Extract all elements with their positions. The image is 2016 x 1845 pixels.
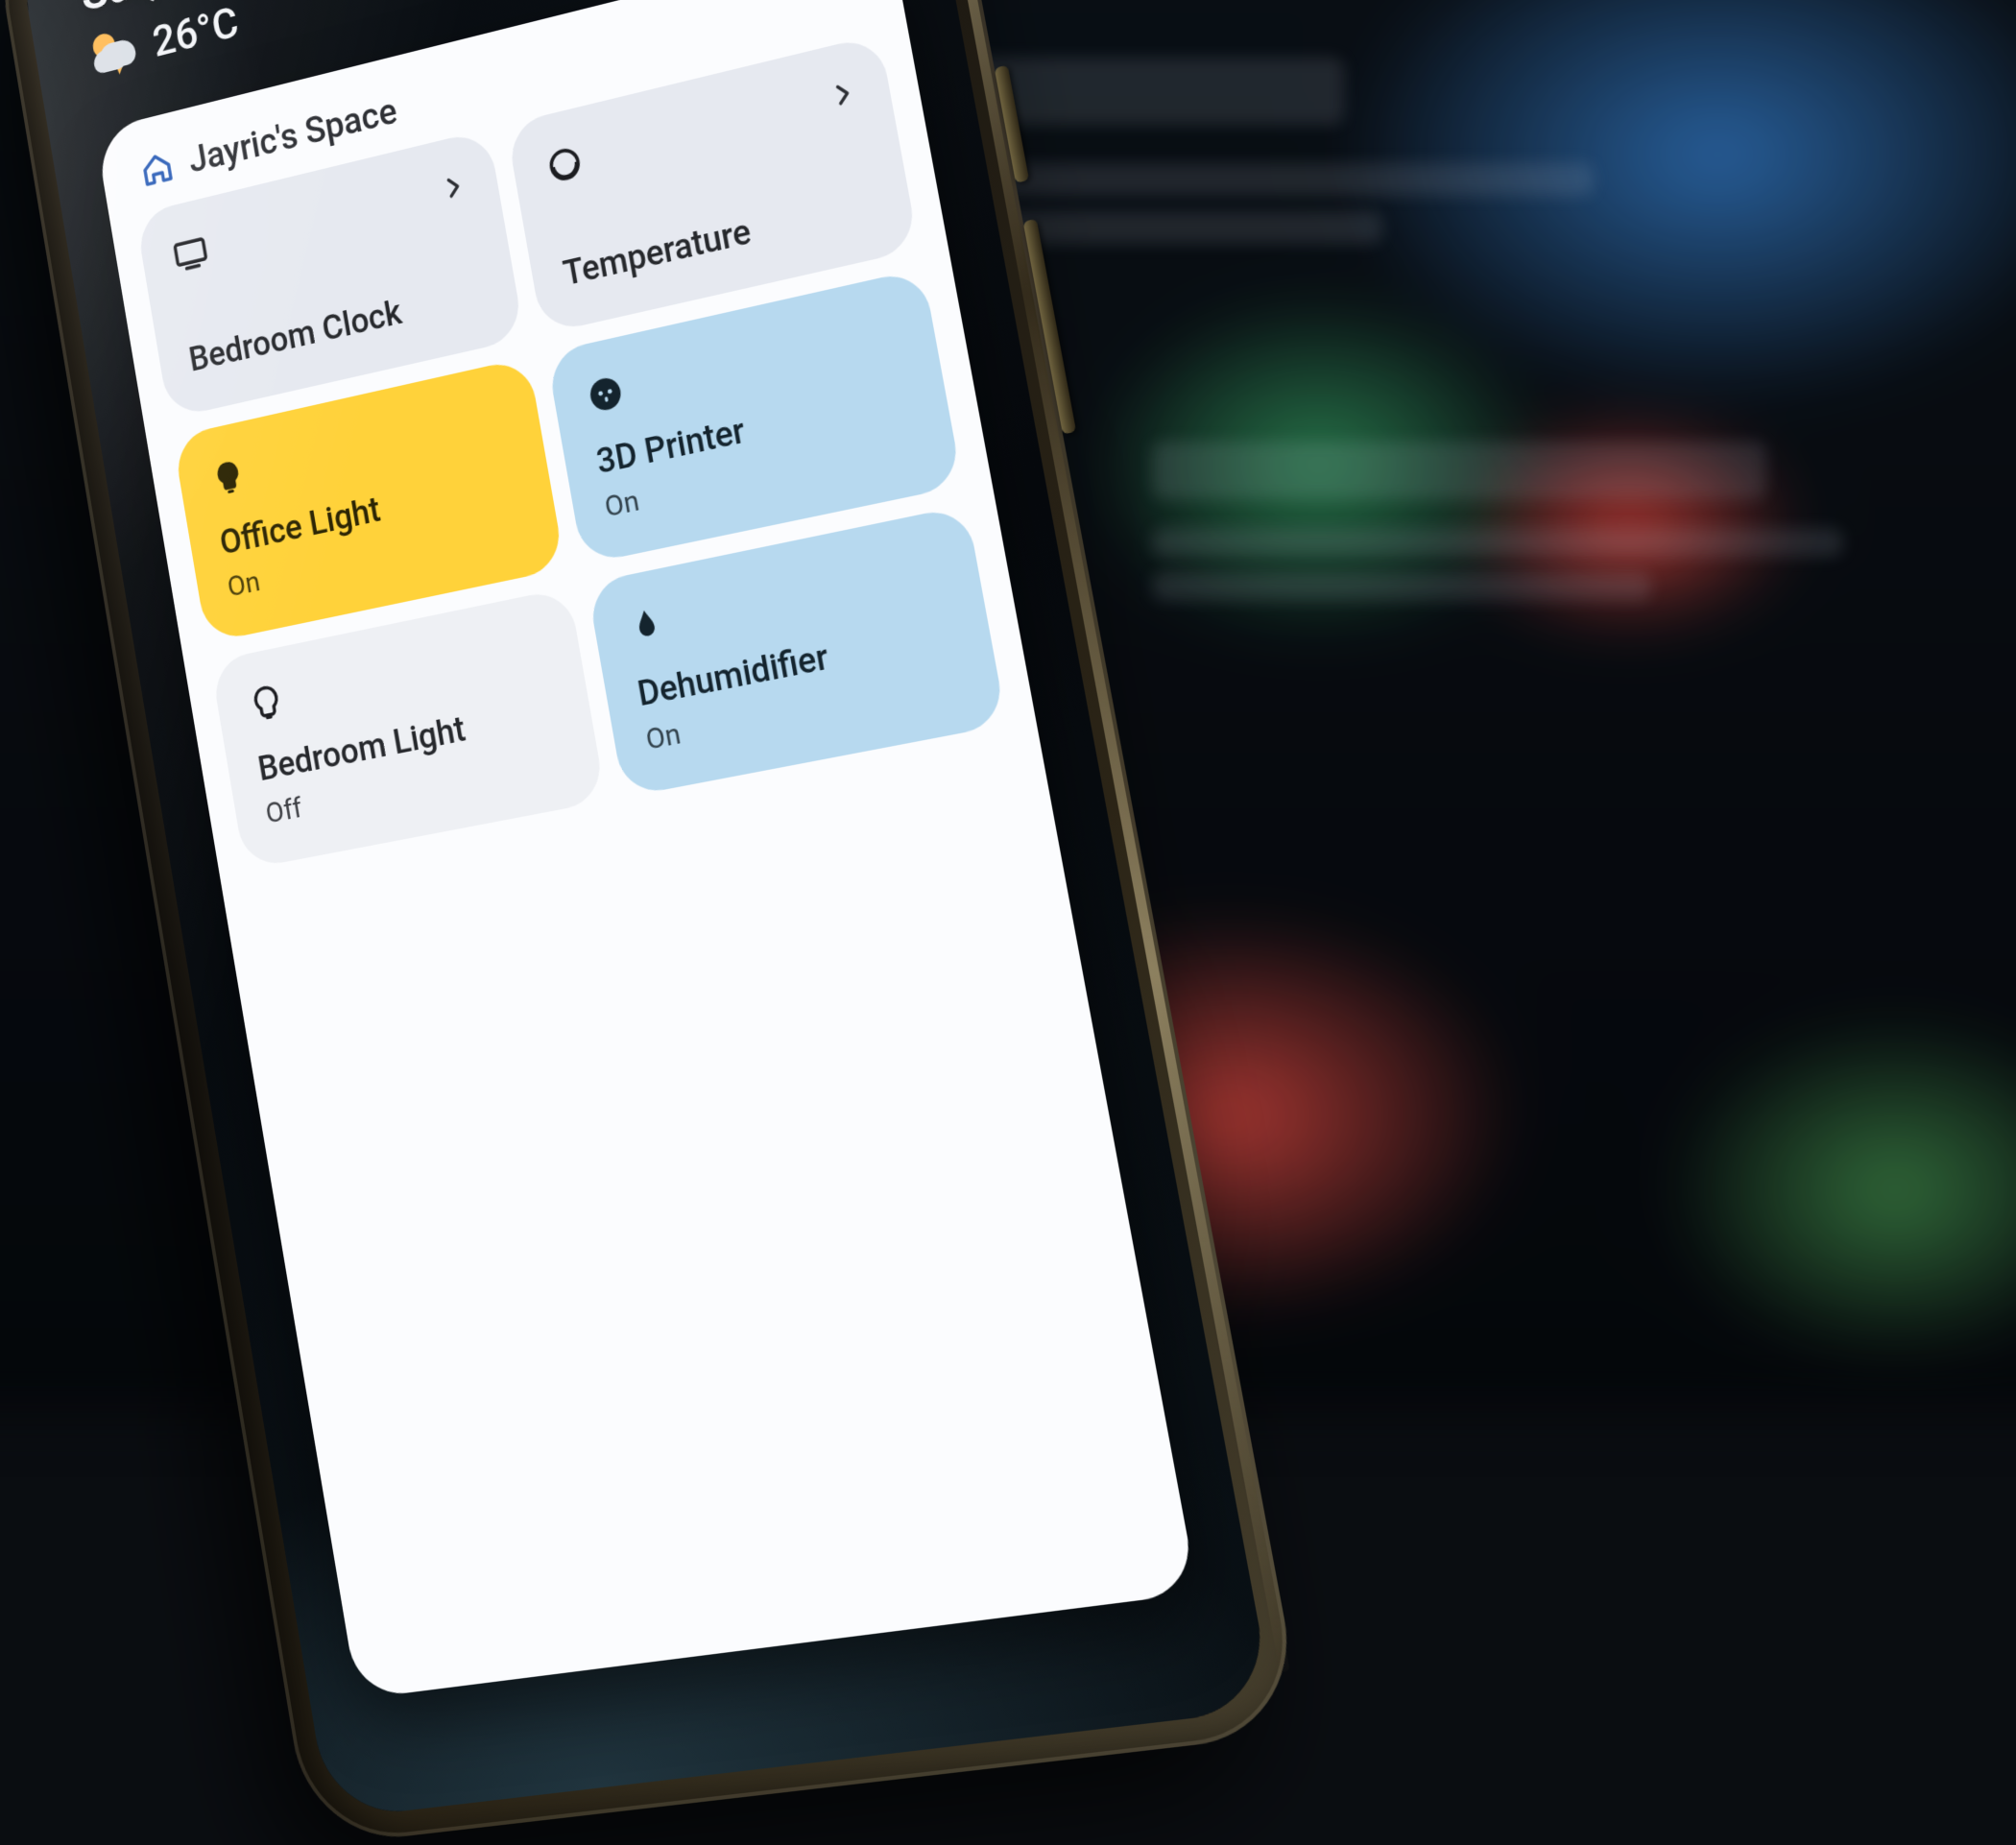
thunder-cloud-icon	[87, 22, 142, 84]
home-temperature-label: 26°C	[149, 0, 242, 67]
tv-icon	[169, 229, 213, 278]
thermostat-icon	[541, 139, 588, 189]
tile-label: Bedroom Clock	[186, 273, 489, 379]
chevron-right-icon	[826, 74, 860, 118]
chevron-right-icon	[437, 168, 469, 211]
humidity-icon	[623, 601, 670, 651]
bulb-off-icon	[245, 679, 290, 727]
home-icon	[137, 148, 177, 192]
phone-device: Sat, Nov 2 26°C Jayr	[0, 0, 1306, 1845]
tile-label: Temperature	[561, 182, 881, 294]
bulb-on-icon	[206, 453, 251, 501]
home-screen: Sat, Nov 2 26°C Jayr	[15, 0, 1274, 1820]
plug-icon	[582, 370, 629, 419]
phone-screen: Sat, Nov 2 26°C Jayr	[15, 0, 1274, 1820]
